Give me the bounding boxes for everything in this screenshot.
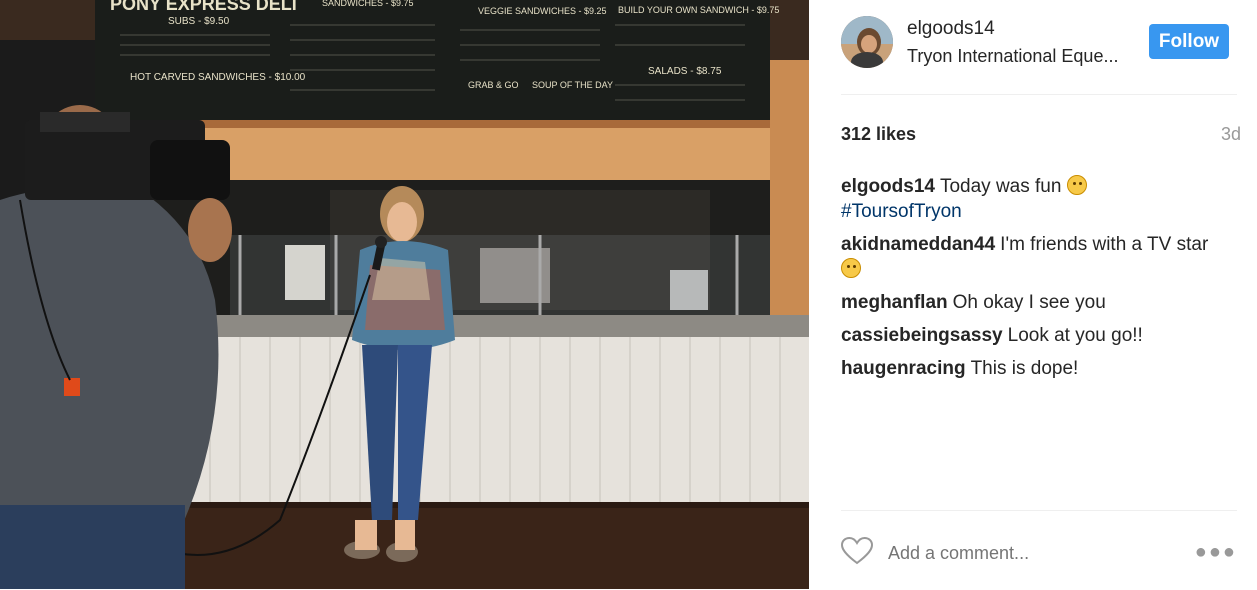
menu-build: BUILD YOUR OWN SANDWICH - $9.75: [618, 5, 779, 15]
comment-user[interactable]: haugenracing: [841, 358, 966, 379]
username[interactable]: elgoods14: [907, 18, 995, 40]
comment-item: elgoods14 Today was fun #ToursofTryon: [841, 174, 1241, 224]
comment-text: Oh okay I see you: [952, 292, 1106, 313]
location-link[interactable]: Tryon International Eque...: [907, 46, 1118, 67]
comment-text: This is dope!: [970, 358, 1079, 379]
menu-soup: SOUP OF THE DAY: [532, 80, 613, 90]
post-time[interactable]: 3d: [1221, 124, 1241, 145]
post-sidebar: elgoods14 Tryon International Eque... Fo…: [809, 0, 1257, 589]
smiling-face-icon: [1066, 175, 1087, 195]
comment-text: Look at you go!!: [1007, 325, 1143, 346]
follow-button[interactable]: Follow: [1149, 24, 1229, 59]
menu-salads: SALADS - $8.75: [648, 66, 722, 77]
flushed-face-icon: [841, 258, 861, 278]
menu-deli-title: PONY EXPRESS DELI: [110, 0, 297, 14]
comment-user[interactable]: meghanflan: [841, 292, 948, 313]
post-image[interactable]: PONY EXPRESS DELI SUBS - $9.50 SANDWICHE…: [0, 0, 809, 589]
comment-item: haugenracing This is dope!: [841, 356, 1241, 381]
menu-sandwiches: SANDWICHES - $9.75: [322, 0, 414, 8]
comment-text: Today was fun: [939, 176, 1062, 197]
comment-item: cassiebeingsassy Look at you go!!: [841, 323, 1241, 348]
menu-grab: GRAB & GO: [468, 80, 519, 90]
likes-count[interactable]: 312 likes: [841, 124, 916, 145]
menu-hot: HOT CARVED SANDWICHES - $10.00: [130, 72, 306, 83]
add-comment-input[interactable]: [888, 543, 1188, 564]
comment-user[interactable]: akidnameddan44: [841, 234, 995, 255]
comment-text: I'm friends with a TV star: [1000, 234, 1209, 255]
comments-list: elgoods14 Today was fun #ToursofTryon aki…: [841, 174, 1241, 389]
comment-item: akidnameddan44 I'm friends with a TV star: [841, 232, 1241, 282]
hashtag-link[interactable]: #ToursofTryon: [841, 201, 962, 222]
comment-item: meghanflan Oh okay I see you: [841, 290, 1241, 315]
comment-user[interactable]: cassiebeingsassy: [841, 325, 1003, 346]
post-header: elgoods14 Tryon International Eque... Fo…: [841, 16, 1237, 95]
comment-user[interactable]: elgoods14: [841, 176, 935, 197]
post-footer: ●●●: [840, 510, 1237, 590]
menu-veggie: VEGGIE SANDWICHES - $9.25: [478, 6, 607, 16]
avatar[interactable]: [841, 16, 893, 68]
heart-icon[interactable]: [840, 536, 874, 570]
more-options-icon[interactable]: ●●●: [1195, 541, 1237, 564]
post-photo: PONY EXPRESS DELI SUBS - $9.50 SANDWICHE…: [0, 0, 809, 589]
menu-subs: SUBS - $9.50: [168, 16, 230, 27]
